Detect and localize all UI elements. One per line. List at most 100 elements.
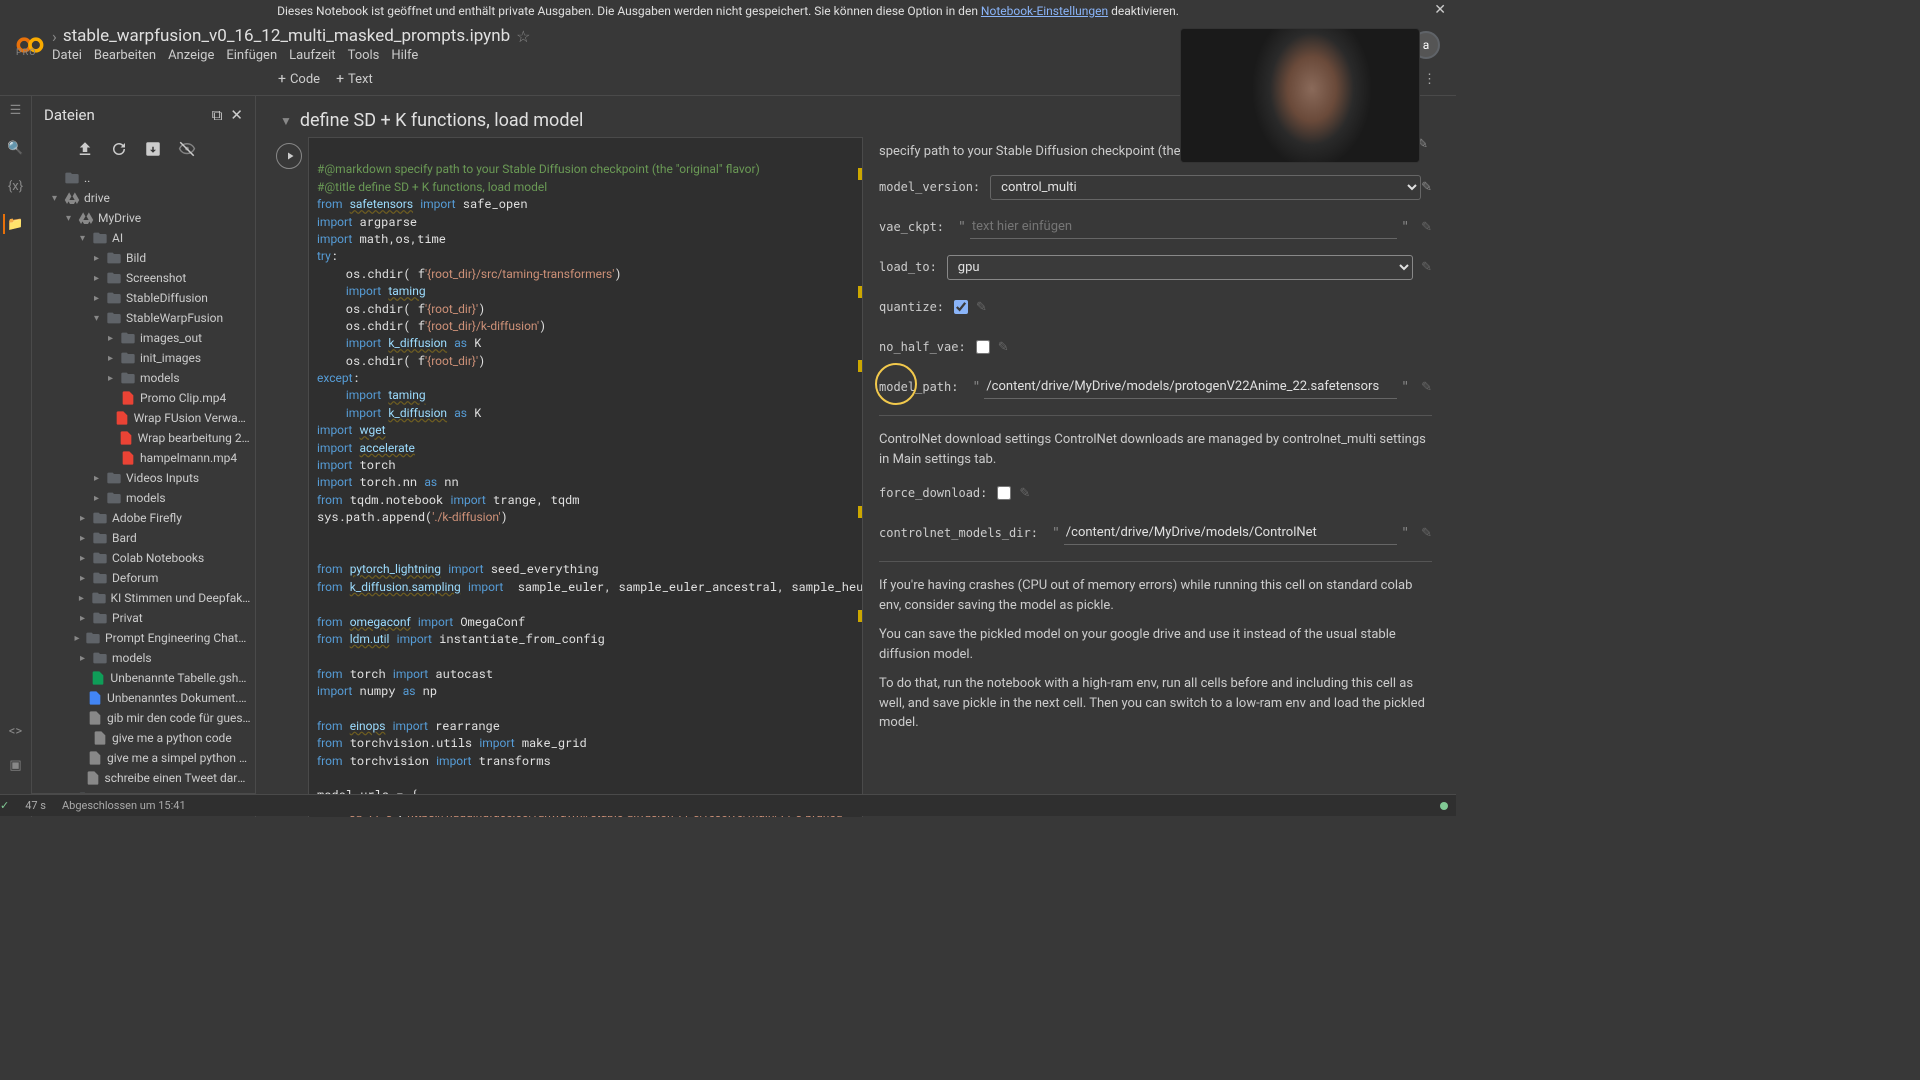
collapse-icon[interactable]: ▼ — [280, 114, 292, 128]
menu-bar: Datei Bearbeiten Anzeige Einfügen Laufze… — [52, 48, 531, 63]
tree-item[interactable]: schreibe einen Tweet darüber ... — [32, 768, 255, 788]
cell-title: define SD + K functions, load model — [300, 110, 584, 131]
model-path-input[interactable] — [984, 375, 1397, 399]
files-icon[interactable]: 📁 — [3, 214, 23, 234]
tree-item[interactable]: Promo Clip.mp4 — [32, 388, 255, 408]
tree-item[interactable]: gib mir den code für guess t... — [32, 708, 255, 728]
add-text-button[interactable]: +Text — [328, 67, 381, 91]
menu-icon[interactable]: ☰ — [6, 100, 26, 120]
tree-item[interactable]: give me a simpel python code — [32, 748, 255, 768]
menu-datei[interactable]: Datei — [52, 48, 82, 63]
tree-item[interactable]: Wrap bearbeitung 2.... — [32, 428, 255, 448]
tree-item[interactable]: give me a python code — [32, 728, 255, 748]
more-icon[interactable]: ⋮ — [1419, 68, 1440, 91]
notebook-area[interactable]: ▼ define SD + K functions, load model #@… — [256, 96, 1456, 817]
search-icon[interactable]: 🔍 — [6, 138, 26, 158]
add-code-button[interactable]: +Code — [270, 67, 328, 91]
edit-icon[interactable]: ✎ — [1421, 220, 1432, 235]
edit-icon[interactable]: ✎ — [1421, 380, 1432, 395]
quantize-checkbox[interactable] — [954, 300, 968, 314]
menu-hilfe[interactable]: Hilfe — [391, 48, 418, 63]
edit-icon[interactable]: ✎ — [976, 300, 987, 315]
tree-item[interactable]: ▸Bard — [32, 528, 255, 548]
variables-icon[interactable]: {x} — [6, 176, 26, 196]
banner-link[interactable]: Notebook-Einstellungen — [981, 4, 1108, 18]
controlnet-dir-input[interactable] — [1064, 521, 1397, 545]
tree-item[interactable]: hampelmann.mp4 — [32, 448, 255, 468]
form-panel: ✎ specify path to your Stable Diffusion … — [863, 137, 1444, 817]
tree-item[interactable]: ▸models — [32, 648, 255, 668]
edit-icon[interactable]: ✎ — [1421, 180, 1432, 195]
param-force-download: force_download: ✎ — [879, 479, 1432, 507]
edit-icon[interactable]: ✎ — [1421, 260, 1432, 275]
webcam-overlay — [1180, 28, 1420, 163]
star-icon[interactable]: ☆ — [516, 27, 530, 46]
param-vae-ckpt: vae_ckpt: " " ✎ — [879, 213, 1432, 241]
chevron-right-icon[interactable]: › — [52, 27, 57, 46]
tree-item[interactable]: Unbenannte Tabelle.gsheet — [32, 668, 255, 688]
menu-bearbeiten[interactable]: Bearbeiten — [94, 48, 156, 63]
status-check-icon: ✓ — [0, 799, 9, 812]
force-download-checkbox[interactable] — [997, 486, 1011, 500]
new-window-icon[interactable]: ⧉ — [212, 106, 223, 124]
connection-indicator — [1440, 802, 1448, 810]
tree-item[interactable]: ▸StableDiffusion — [32, 288, 255, 308]
load-to-select[interactable]: gpu — [947, 255, 1413, 280]
tree-item[interactable]: ▾MyDrive — [32, 208, 255, 228]
tree-item[interactable]: .. — [32, 168, 255, 188]
tree-item[interactable]: ▸init_images — [32, 348, 255, 368]
mount-drive-icon[interactable] — [144, 140, 162, 158]
tree-item[interactable]: ▸models — [32, 488, 255, 508]
tree-item[interactable]: ▸KI Stimmen und Deepfakes — [32, 588, 255, 608]
file-tree[interactable]: ..▾drive▾MyDrive▾AI▸Bild▸Screenshot▸Stab… — [32, 168, 255, 793]
upload-icon[interactable] — [76, 140, 94, 158]
tree-item[interactable]: ▸models — [32, 368, 255, 388]
no-half-vae-checkbox[interactable] — [976, 340, 990, 354]
info-text: To do that, run the notebook with a high… — [879, 674, 1432, 733]
model-version-select[interactable]: control_multi — [990, 175, 1421, 200]
tree-item[interactable]: ▸Adobe Firefly — [32, 508, 255, 528]
menu-laufzeit[interactable]: Laufzeit — [289, 48, 335, 63]
refresh-icon[interactable] — [110, 140, 128, 158]
param-model-path: model_path: " " ✎ — [879, 373, 1432, 401]
tree-item[interactable]: Unbenanntes Dokument.gdoc — [32, 688, 255, 708]
tree-item[interactable]: ▸Screenshot — [32, 268, 255, 288]
edit-icon[interactable]: ✎ — [1019, 486, 1030, 501]
edit-icon[interactable]: ✎ — [998, 340, 1009, 355]
menu-anzeige[interactable]: Anzeige — [168, 48, 214, 63]
tree-item[interactable]: ▾drive — [32, 188, 255, 208]
close-sidebar-icon[interactable]: ✕ — [230, 106, 243, 124]
status-text: Abgeschlossen um 15:41 — [62, 799, 186, 812]
tree-item[interactable]: ▸Colab Notebooks — [32, 548, 255, 568]
cell: ▼ define SD + K functions, load model #@… — [268, 104, 1444, 817]
vae-ckpt-input[interactable] — [970, 215, 1397, 239]
status-time: 47 s — [25, 799, 46, 812]
edit-icon[interactable]: ✎ — [1421, 526, 1432, 541]
menu-einfuegen[interactable]: Einfügen — [226, 48, 277, 63]
terminal-icon[interactable]: ▣ — [6, 755, 26, 775]
tree-item[interactable]: ▸Deforum — [32, 568, 255, 588]
param-load-to: load_to: gpu ✎ — [879, 253, 1432, 281]
divider — [879, 561, 1432, 562]
param-model-version: model_version: control_multi ✎ — [879, 173, 1432, 201]
run-button-container — [276, 137, 308, 817]
notebook-title[interactable]: stable_warpfusion_v0_16_12_multi_masked_… — [63, 26, 510, 46]
tree-item[interactable]: ▸Privat — [32, 608, 255, 628]
hidden-icon[interactable] — [178, 140, 196, 158]
tree-item[interactable]: ▸Videos Inputs — [32, 468, 255, 488]
tree-item[interactable]: Wrap FUsion Verwand... — [32, 408, 255, 428]
divider — [879, 415, 1432, 416]
menu-tools[interactable]: Tools — [348, 48, 380, 63]
param-controlnet-dir: controlnet_models_dir: " " ✎ — [879, 519, 1432, 547]
tree-item[interactable]: ▸Prompt Engineering ChatGPT,... — [32, 628, 255, 648]
tree-item[interactable]: ▸Bild — [32, 248, 255, 268]
close-icon[interactable]: ✕ — [1434, 2, 1446, 18]
tree-item[interactable]: ▾StableWarpFusion — [32, 308, 255, 328]
code-icon[interactable]: <> — [6, 721, 26, 741]
run-button[interactable] — [276, 143, 302, 169]
code-editor[interactable]: #@markdown specify path to your Stable D… — [308, 137, 863, 817]
banner-text-post: deaktivieren. — [1108, 4, 1179, 18]
pro-badge: PRO — [16, 48, 36, 58]
tree-item[interactable]: ▾AI — [32, 228, 255, 248]
tree-item[interactable]: ▸images_out — [32, 328, 255, 348]
